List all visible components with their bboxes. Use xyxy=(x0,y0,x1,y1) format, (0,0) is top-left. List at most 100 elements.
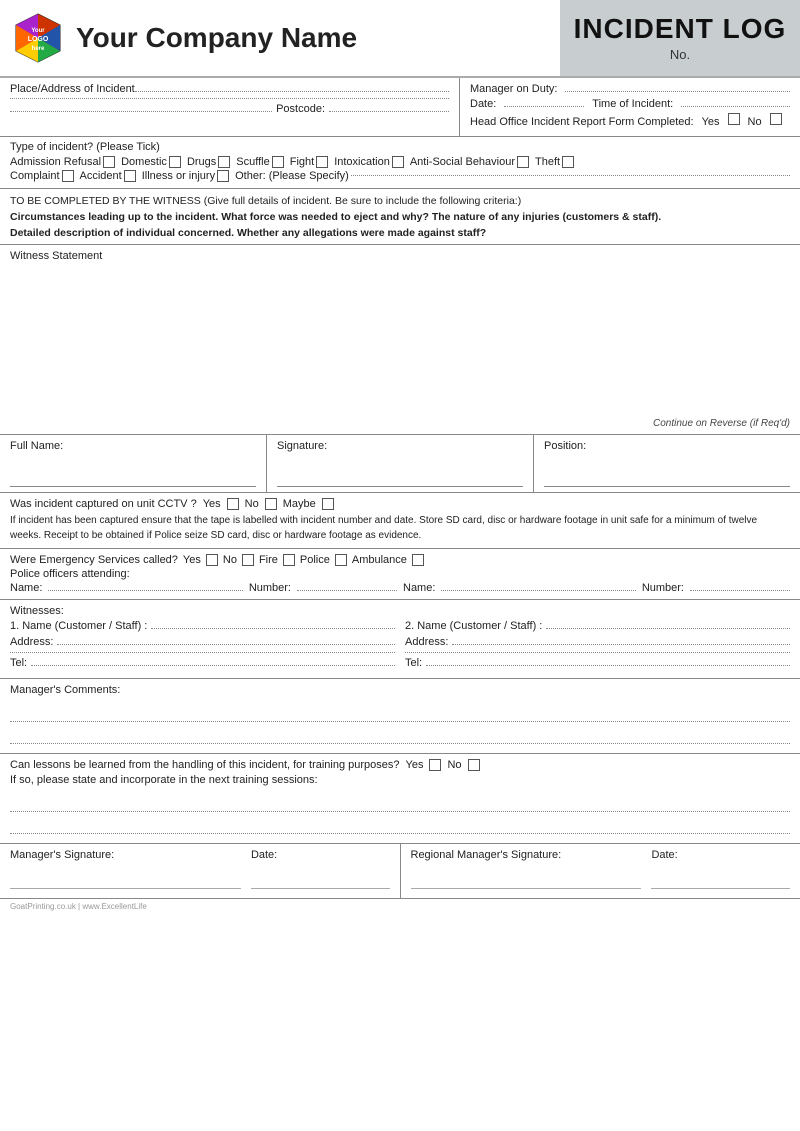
emergency-fire-checkbox[interactable] xyxy=(283,554,295,566)
witnesses-title-row: Witnesses: xyxy=(10,605,790,617)
date-time-row: Date: Time of Incident: xyxy=(470,98,790,110)
manager-line-1 xyxy=(10,704,790,722)
head-office-row: Head Office Incident Report Form Complet… xyxy=(470,113,790,128)
witness-instructions: TO BE COMPLETED BY THE WITNESS (Give ful… xyxy=(0,189,800,245)
checkbox-complaint[interactable] xyxy=(62,170,74,182)
other-dotted xyxy=(351,175,790,176)
signature-line xyxy=(277,462,523,487)
witness2-name-row: 2. Name (Customer / Staff) : xyxy=(405,620,790,632)
postcode-dotted xyxy=(329,111,449,112)
type-label-admission: Admission Refusal xyxy=(10,156,101,168)
yes-label: Yes xyxy=(702,116,720,128)
yes-checkbox[interactable] xyxy=(728,113,740,125)
type-domestic: Domestic xyxy=(121,156,181,168)
officer-name1-dotted xyxy=(48,590,242,591)
witnesses-section: Witnesses: 1. Name (Customer / Staff) : … xyxy=(0,600,800,679)
manager-dotted xyxy=(565,91,790,92)
postcode-row: Postcode: xyxy=(10,103,449,115)
head-office-label: Head Office Incident Report Form Complet… xyxy=(470,116,694,128)
emergency-police-checkbox[interactable] xyxy=(335,554,347,566)
officer-name2-label: Name: xyxy=(403,582,435,594)
incident-log-title: INCIDENT LOG xyxy=(574,14,787,45)
info-right: Manager on Duty: Date: Time of Incident:… xyxy=(460,78,800,136)
cctv-maybe-checkbox[interactable] xyxy=(322,498,334,510)
emergency-section: Were Emergency Services called? Yes No F… xyxy=(0,549,800,600)
type-label-domestic: Domestic xyxy=(121,156,167,168)
no-label: No xyxy=(748,116,762,128)
regional-date-label: Date: xyxy=(651,849,790,861)
manager-sig-inner: Manager's Signature: xyxy=(10,849,241,889)
type-complaint: Complaint xyxy=(10,170,74,182)
no-checkbox[interactable] xyxy=(770,113,782,125)
checkbox-intoxication[interactable] xyxy=(392,156,404,168)
checkbox-admission[interactable] xyxy=(103,156,115,168)
fullname-line xyxy=(10,462,256,487)
footer-text: GoatPrinting.co.uk | www.ExcellentLife xyxy=(10,902,147,911)
witness2-tel-row: Tel: xyxy=(405,657,790,669)
cctv-yes-checkbox[interactable] xyxy=(227,498,239,510)
witness-statement-label: Witness Statement xyxy=(10,250,790,262)
manager-date-line xyxy=(251,867,390,889)
emergency-police-label: Police xyxy=(300,554,330,566)
cctv-no-checkbox[interactable] xyxy=(265,498,277,510)
training-line-1 xyxy=(10,794,790,812)
type-label-fight: Fight xyxy=(290,156,314,168)
checkbox-drugs[interactable] xyxy=(218,156,230,168)
position-label: Position: xyxy=(544,440,790,452)
witness1-name-dotted xyxy=(151,628,395,629)
regional-sig-inner: Regional Manager's Signature: xyxy=(411,849,642,889)
witness1-name-label: 1. Name (Customer / Staff) : xyxy=(10,620,147,632)
training-note: If so, please state and incorporate in t… xyxy=(10,774,790,786)
officer-name1-label: Name: xyxy=(10,582,42,594)
bottom-sig-section: Manager's Signature: Date: Regional Mana… xyxy=(0,844,800,899)
footer: GoatPrinting.co.uk | www.ExcellentLife xyxy=(0,899,800,914)
time-label: Time of Incident: xyxy=(592,98,673,110)
date-dotted xyxy=(504,106,584,107)
checkbox-illness[interactable] xyxy=(217,170,229,182)
witness1-addr-dotted xyxy=(57,644,395,645)
type-label-scuffle: Scuffle xyxy=(236,156,269,168)
witness1-name-row: 1. Name (Customer / Staff) : xyxy=(10,620,395,632)
signature-label: Signature: xyxy=(277,440,523,452)
emergency-yes-checkbox[interactable] xyxy=(206,554,218,566)
officer-num2-dotted xyxy=(690,590,790,591)
info-section: Place/Address of Incident Postcode: Mana… xyxy=(0,78,800,137)
cctv-row: Was incident captured on unit CCTV ? Yes… xyxy=(10,498,790,510)
officer-num2-label: Number: xyxy=(642,582,684,594)
type-label-other: Other: (Please Specify) xyxy=(235,170,349,182)
manager-date-inner: Date: xyxy=(251,849,390,889)
checkbox-theft[interactable] xyxy=(562,156,574,168)
emergency-no-checkbox[interactable] xyxy=(242,554,254,566)
manager-row: Manager on Duty: xyxy=(470,83,790,95)
training-yes-checkbox[interactable] xyxy=(429,759,441,771)
witness-instructions-line2: Circumstances leading up to the incident… xyxy=(10,210,790,226)
statement-area[interactable] xyxy=(10,266,790,421)
witness-addr-col1: Address: xyxy=(10,636,395,650)
officers-label-row: Police officers attending: xyxy=(10,568,790,580)
officer-name2-dotted xyxy=(441,590,635,591)
training-lines xyxy=(10,794,790,834)
company-name: Your Company Name xyxy=(76,22,357,54)
checkbox-antisocial[interactable] xyxy=(517,156,529,168)
manager-lines xyxy=(10,704,790,744)
checkbox-fight[interactable] xyxy=(316,156,328,168)
incident-log-no: No. xyxy=(670,47,690,62)
witness2-address-label: Address: xyxy=(405,636,448,648)
checkbox-accident[interactable] xyxy=(124,170,136,182)
type-label-accident: Accident xyxy=(80,170,122,182)
emergency-ambulance-checkbox[interactable] xyxy=(412,554,424,566)
date-label: Date: xyxy=(470,98,496,110)
witness-addr2-col2 xyxy=(405,652,790,655)
checkbox-scuffle[interactable] xyxy=(272,156,284,168)
witness2-addr2-dotted xyxy=(405,652,790,653)
type-illness: Illness or injury xyxy=(142,170,229,182)
type-label-complaint: Complaint xyxy=(10,170,60,182)
training-no-checkbox[interactable] xyxy=(468,759,480,771)
incident-type-row2: Complaint Accident Illness or injury Oth… xyxy=(10,170,790,182)
type-fight: Fight xyxy=(290,156,328,168)
witness2-addr-dotted xyxy=(452,644,790,645)
sig-section: Full Name: Signature: Position: xyxy=(0,435,800,493)
place-label: Place/Address of Incident xyxy=(10,83,135,95)
type-antisocial: Anti-Social Behaviour xyxy=(410,156,529,168)
checkbox-domestic[interactable] xyxy=(169,156,181,168)
